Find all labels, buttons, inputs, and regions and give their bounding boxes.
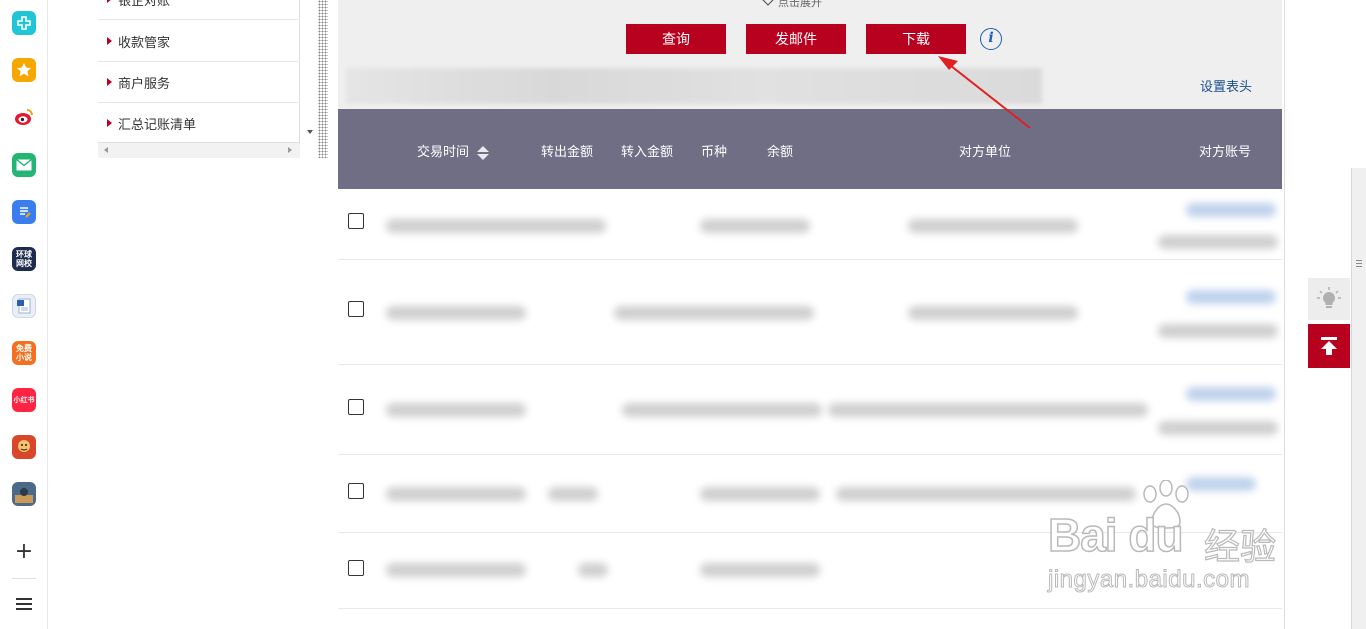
arrow-up-icon [1321,337,1337,355]
table-row [338,365,1282,455]
blurred-cell [386,487,526,501]
send-email-button[interactable]: 发邮件 [746,24,846,54]
expand-toggle[interactable]: 点击展开 [762,0,822,10]
column-header-currency: 币种 [701,145,728,160]
blurred-cell [700,487,820,501]
menu-item-summary[interactable]: 汇总记账清单 [98,103,298,144]
row-checkbox[interactable] [348,560,364,576]
app-pubg-icon[interactable] [12,482,36,506]
app-green-plus-icon[interactable] [12,11,36,35]
blurred-cell [386,219,606,233]
table-header: 交易时间 转出金额 转入金额 币种 余额 对方单位 对方账号 [338,109,1282,189]
blurred-cell [614,306,814,320]
column-header-account: 对方账号 [1199,145,1252,160]
blurred-cell [1158,421,1278,435]
row-checkbox[interactable] [348,301,364,317]
row-checkbox[interactable] [348,399,364,415]
page-vertical-scrollbar[interactable] [1351,168,1366,629]
column-header-label: 交易时间 [417,145,470,160]
blurred-cell [908,219,1078,233]
query-button[interactable]: 查询 [626,24,726,54]
blurred-cell [1158,324,1278,338]
menu-item-label: 银企对账 [118,0,171,9]
scroll-down-icon[interactable] [307,130,313,134]
blurred-filter-bar [346,68,1042,104]
blurred-cell [578,563,608,577]
side-menu: 银企对账 收款管家 商户服务 汇总记账清单 [98,0,300,158]
back-to-top-button[interactable] [1308,324,1350,368]
app-game-icon[interactable] [12,435,36,459]
triangle-bullet-icon [107,78,112,86]
column-header-balance: 余额 [767,145,794,160]
blurred-cell [1186,290,1276,304]
blurred-cell [700,219,810,233]
row-checkbox[interactable] [348,213,364,229]
app-free-novel-icon[interactable]: 免费小说 [12,341,36,365]
info-icon[interactable]: i [980,28,1002,50]
menu-horizontal-scrollbar[interactable] [98,142,300,158]
menu-item-collection[interactable]: 收款管家 [98,21,298,62]
app-star-icon[interactable] [12,58,36,82]
scroll-grip-icon[interactable] [1356,260,1362,268]
blurred-cell [700,563,820,577]
blurred-cell [1158,235,1278,249]
free-novel-icon-label: 免费小说 [16,344,32,362]
blurred-cell [908,306,1078,320]
app-dock: 环球网校 免费小说 小红书 + [0,0,48,629]
app-weibo-icon[interactable] [12,105,36,129]
lightbulb-button[interactable] [1308,278,1350,320]
blurred-cell [386,563,526,577]
watermark-brand: Bai du [1047,508,1184,562]
triangle-bullet-icon [107,119,112,127]
add-app-icon[interactable]: + [14,541,34,563]
menu-vertical-scrollbar[interactable] [300,0,317,142]
expand-label: 点击展开 [778,0,822,9]
scroll-right-icon[interactable] [288,147,292,153]
table-row [338,189,1282,260]
column-header-out-amount: 转出金额 [541,145,594,160]
browser-page: 环球网校 免费小说 小红书 + 银企对账 收款管家 商户服务 汇总记账清单 点击… [0,0,1366,629]
triangle-bullet-icon [107,37,112,45]
menu-item-label: 商户服务 [118,76,171,92]
panel-splitter[interactable] [318,0,328,158]
blurred-cell [1186,387,1276,401]
blurred-cell [386,306,526,320]
xiaohongshu-icon-label: 小红书 [13,395,35,404]
watermark-url: jingyan.baidu.com [1048,566,1250,594]
app-xiaohongshu-icon[interactable]: 小红书 [12,388,36,412]
huanqiu-icon-label: 环球网校 [16,250,32,268]
app-doc-icon[interactable] [12,200,36,224]
triangle-bullet-icon [107,0,112,3]
blurred-cell [828,403,1148,417]
blurred-cell [548,487,598,501]
column-header-time[interactable]: 交易时间 [417,141,490,160]
dock-divider [12,578,36,579]
row-checkbox[interactable] [348,483,364,499]
chevron-down-icon [762,0,774,6]
blurred-cell [622,403,822,417]
sort-icon[interactable] [477,145,490,160]
menu-item-label: 收款管家 [118,35,171,51]
column-header-in-amount: 转入金额 [621,145,674,160]
baidu-jingyan-watermark: Bai du 经验 jingyan.baidu.com [1040,480,1296,600]
download-button[interactable]: 下载 [866,24,966,54]
menu-item-label: 汇总记账清单 [118,117,197,133]
blurred-cell [1186,203,1276,217]
lightbulb-icon [1317,287,1341,308]
table-row [338,260,1282,365]
app-mail-icon[interactable] [12,153,36,177]
menu-item-partial[interactable]: 银企对账 [98,0,298,20]
blurred-cell [386,403,526,417]
menu-item-merchant[interactable]: 商户服务 [98,62,298,103]
app-word-icon[interactable] [12,294,36,318]
column-header-counterparty: 对方单位 [959,145,1012,160]
app-huanqiu-icon[interactable]: 环球网校 [12,247,36,271]
list-menu-icon[interactable] [16,598,32,612]
set-columns-link[interactable]: 设置表头 [1200,76,1252,95]
watermark-brand-cn: 经验 [1203,526,1277,568]
scroll-left-icon[interactable] [104,147,108,153]
